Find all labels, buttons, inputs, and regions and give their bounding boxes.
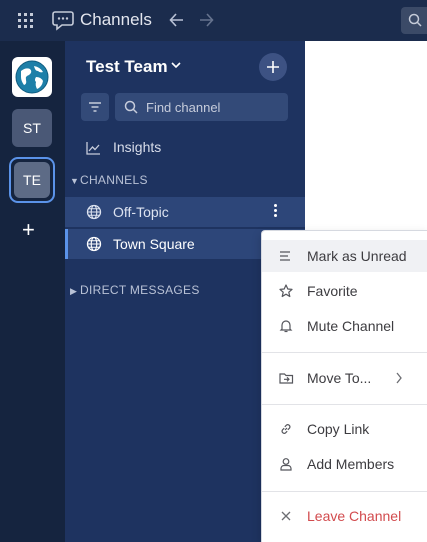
menu-item-copy-link[interactable]: Copy Link [262, 413, 427, 445]
add-team-plus-icon[interactable]: + [22, 219, 35, 241]
team-logo-globe[interactable] [12, 57, 52, 97]
menu-divider [262, 491, 427, 492]
channels-section-header[interactable]: ▼CHANNELS [70, 173, 148, 187]
menu-item-leave-channel[interactable]: Leave Channel [262, 500, 427, 532]
chart-line-icon [86, 142, 100, 155]
user-icon [280, 458, 292, 471]
insights-label: Insights [113, 139, 162, 155]
team-button-te[interactable]: TE [14, 162, 50, 198]
channel-name: Off-Topic [113, 204, 169, 220]
menu-item-label: Add Members [307, 456, 395, 472]
back-arrow-icon[interactable] [168, 10, 186, 30]
menu-item-add-members[interactable]: Add Members [262, 448, 427, 480]
menu-item-label: Favorite [307, 283, 358, 299]
channels-header-label: CHANNELS [80, 173, 148, 187]
menu-item-label: Mark as Unread [307, 248, 407, 264]
menu-item-mute-channel[interactable]: Mute Channel [262, 310, 427, 342]
forward-arrow-icon[interactable] [197, 10, 215, 30]
page-title: Channels [80, 10, 152, 29]
channel-name: Town Square [113, 236, 195, 252]
menu-item-move-to[interactable]: Move To... [262, 362, 427, 394]
mark-unread-icon [280, 251, 290, 261]
chevron-right-icon: ▶ [70, 286, 78, 296]
channel-context-menu: Mark as Unread Favorite Mute Channel Mov… [261, 230, 427, 542]
close-icon [281, 511, 291, 521]
sidebar-item-insights[interactable]: Insights [86, 138, 286, 158]
globe-logo-icon [15, 60, 49, 94]
team-sidebar: ST TE + [0, 41, 65, 542]
find-channel-input[interactable]: Find channel [115, 93, 288, 121]
search-icon [124, 100, 138, 114]
bell-icon [279, 320, 293, 333]
global-header: Channels [0, 0, 427, 41]
dm-header-label: DIRECT MESSAGES [80, 283, 200, 297]
direct-messages-section-header[interactable]: ▶ DIRECT MESSAGES [70, 283, 200, 297]
channels-icon [52, 11, 74, 31]
menu-item-label: Move To... [307, 370, 372, 386]
filter-icon [89, 102, 101, 112]
folder-move-icon [279, 373, 294, 384]
add-channel-button[interactable] [259, 53, 287, 81]
product-menu-icon[interactable] [18, 13, 33, 28]
globe-icon [86, 236, 102, 252]
sidebar-item-off-topic[interactable]: Off-Topic [65, 197, 305, 227]
menu-item-mark-unread[interactable]: Mark as Unread [262, 240, 427, 272]
menu-item-favorite[interactable]: Favorite [262, 275, 427, 307]
menu-item-label: Mute Channel [307, 318, 395, 334]
menu-divider [262, 404, 427, 405]
globe-icon [86, 204, 102, 220]
team-name-menu[interactable]: Test Team [86, 57, 168, 77]
plus-icon [267, 61, 279, 73]
star-icon [279, 284, 293, 298]
global-search-button[interactable] [401, 7, 427, 34]
menu-divider [262, 352, 427, 353]
search-icon [408, 13, 422, 27]
chevron-right-icon [396, 372, 402, 384]
team-button-st[interactable]: ST [12, 109, 52, 147]
channel-filter-button[interactable] [81, 93, 109, 121]
chevron-down-icon: ▼ [70, 176, 80, 186]
find-channel-placeholder: Find channel [146, 100, 221, 115]
chevron-down-icon[interactable] [171, 61, 181, 69]
link-icon [281, 424, 291, 434]
menu-item-label: Leave Channel [307, 508, 402, 524]
channel-options-icon[interactable] [272, 204, 278, 220]
menu-item-label: Copy Link [307, 421, 370, 437]
